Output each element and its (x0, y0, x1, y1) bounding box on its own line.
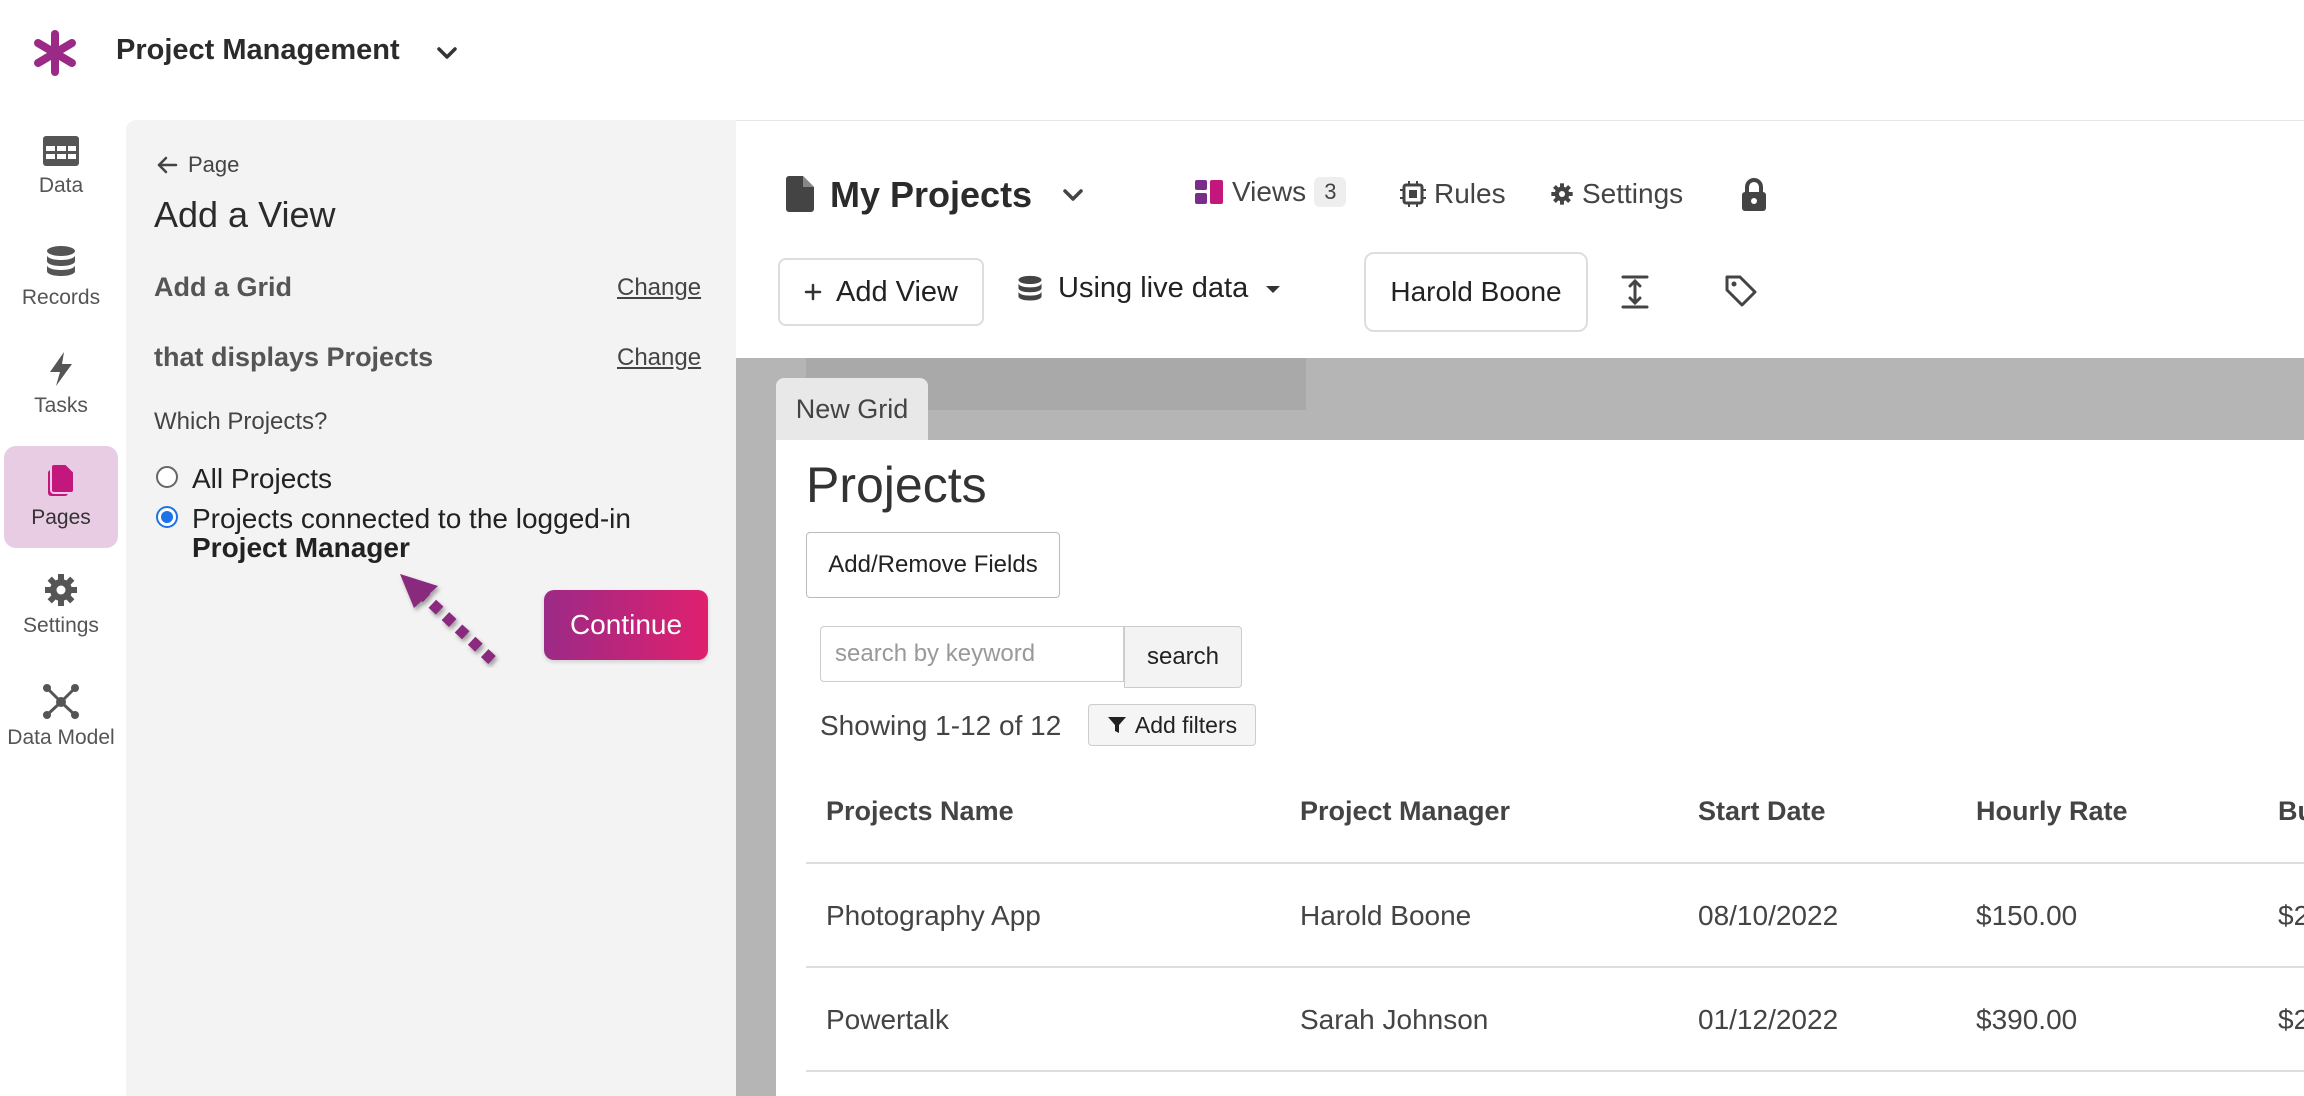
nav-item-label: Settings (23, 614, 99, 637)
back-link[interactable]: Page (156, 152, 239, 178)
live-data-dropdown[interactable]: Using live data (1016, 272, 1284, 305)
views-label: Views (1232, 176, 1307, 207)
row-height-icon[interactable] (1620, 274, 1650, 310)
settings-menu[interactable]: Settings (1550, 178, 1683, 210)
table-icon (43, 136, 79, 166)
search-input[interactable] (820, 626, 1124, 682)
nav-item-data-model[interactable]: Data Model (4, 682, 118, 760)
table-cell: Sarah Johnson (1300, 1004, 1489, 1035)
column-header[interactable]: Projects Name (826, 796, 1014, 827)
column-header[interactable]: Hourly Rate (1976, 796, 2128, 827)
grid-tab[interactable]: New Grid (776, 378, 928, 440)
column-header[interactable]: Project Manager (1300, 796, 1510, 827)
settings-label: Settings (1582, 178, 1684, 209)
connected-projects-text: Projects connected to the logged-in (192, 503, 631, 534)
connected-field-name: Project Manager (192, 532, 410, 563)
table-cell: $2 (2278, 1004, 2304, 1035)
asterisk-logo-icon[interactable] (30, 28, 80, 78)
database-icon (47, 246, 75, 276)
table-cell: $390.00 (1976, 1004, 2078, 1035)
table-cell: Harold Boone (1300, 900, 1472, 931)
which-projects-label: Which Projects? (154, 408, 328, 435)
rules-label: Rules (1434, 178, 1506, 209)
all-projects-label[interactable]: All Projects (192, 464, 332, 493)
gear-icon (1551, 183, 1573, 205)
user-selector[interactable]: Harold Boone (1364, 252, 1588, 332)
chip-icon (1400, 181, 1426, 207)
table-cell: $150.00 (1976, 900, 2078, 931)
nav-item-label: Data Model (7, 726, 115, 749)
add-filters-button[interactable]: Add filters (1088, 704, 1256, 746)
view-type-label: Add a Grid (154, 272, 293, 302)
change-view-type-link[interactable]: Change (617, 274, 701, 302)
connected-projects-radio[interactable] (156, 506, 178, 528)
lock-icon[interactable] (1740, 178, 1768, 212)
views-icon (1195, 180, 1223, 204)
chevron-down-icon[interactable] (1058, 180, 1088, 210)
nav-item-settings[interactable]: Settings (4, 572, 118, 650)
all-projects-radio[interactable] (156, 466, 178, 488)
bolt-icon (50, 352, 72, 386)
file-icon (786, 176, 814, 212)
live-data-label: Using live data (1058, 272, 1249, 304)
pointer-arrow-icon (400, 574, 496, 665)
nav-item-data[interactable]: Data (4, 134, 118, 212)
search-button[interactable]: search (1124, 626, 1242, 688)
record-count: Showing 1-12 of 12 (820, 710, 1062, 741)
views-count-badge: 3 (1314, 177, 1347, 207)
rules-menu[interactable]: Rules (1400, 178, 1506, 210)
plus-icon (804, 283, 822, 301)
gear-icon (45, 574, 77, 606)
add-view-label: Add View (836, 275, 958, 308)
nav-item-label: Pages (31, 506, 91, 529)
database-icon (1018, 275, 1042, 301)
continue-button[interactable]: Continue (544, 590, 708, 660)
table-cell: 08/10/2022 (1698, 900, 1839, 931)
views-menu[interactable]: Views 3 (1194, 176, 1347, 208)
table-cell: Photography App (826, 900, 1041, 931)
table-cell: Powertalk (826, 1004, 949, 1035)
chevron-down-icon[interactable] (432, 38, 462, 68)
caret-down-icon (1266, 285, 1281, 293)
pages-icon (48, 463, 75, 496)
back-link-label: Page (188, 152, 240, 177)
nav-item-tasks[interactable]: Tasks (4, 350, 118, 428)
column-header[interactable]: Start Date (1698, 796, 1826, 827)
add-filters-label: Add filters (1134, 711, 1238, 738)
nav-item-records[interactable]: Records (4, 244, 118, 322)
add-view-button[interactable]: Add View (778, 258, 984, 326)
nav-item-label: Tasks (34, 394, 88, 417)
table-cell: 01/12/2022 (1698, 1004, 1839, 1035)
change-view-source-link[interactable]: Change (617, 344, 701, 372)
add-remove-fields-button[interactable]: Add/Remove Fields (806, 532, 1060, 598)
nav-item-label: Data (38, 174, 84, 197)
view-source-label: that displays Projects (154, 342, 434, 372)
grid-title: Projects (806, 457, 987, 513)
column-header[interactable]: Bu (2278, 796, 2304, 827)
app-title[interactable]: Project Management (116, 34, 400, 67)
panel-title: Add a View (154, 194, 336, 235)
tag-icon[interactable] (1724, 274, 1758, 308)
table-divider (806, 966, 2304, 968)
page-name[interactable]: My Projects (830, 174, 1032, 216)
table-divider (806, 862, 2304, 864)
connected-projects-label[interactable]: Projects connected to the logged-in Proj… (192, 504, 631, 562)
network-icon (43, 684, 79, 719)
table-divider (806, 1070, 2304, 1072)
filter-icon (1107, 717, 1126, 733)
arrow-left-icon (157, 156, 178, 174)
nav-item-pages[interactable]: Pages (4, 446, 118, 548)
nav-item-label: Records (21, 286, 101, 309)
table-cell: $2 (2278, 900, 2304, 931)
